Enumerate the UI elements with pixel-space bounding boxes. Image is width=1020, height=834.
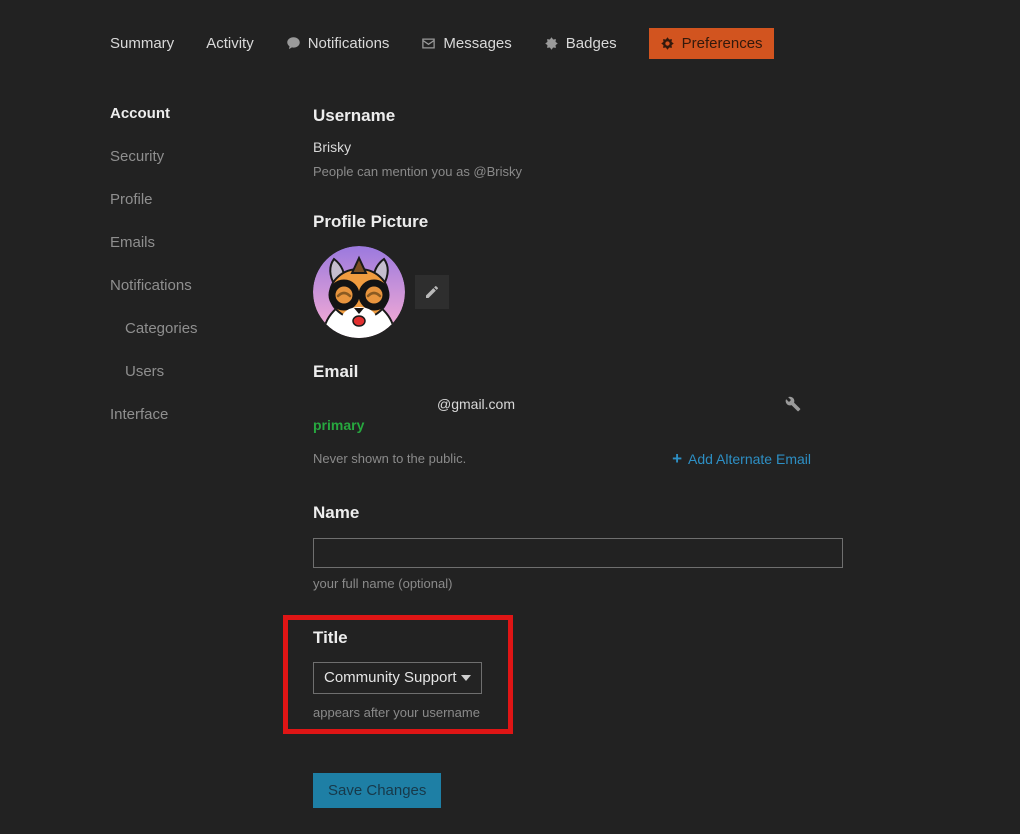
username-value: Brisky bbox=[313, 139, 843, 155]
tab-summary-label: Summary bbox=[110, 36, 174, 51]
profile-picture-heading: Profile Picture bbox=[313, 212, 843, 232]
avatar-row bbox=[313, 246, 843, 338]
tab-notifications-label: Notifications bbox=[308, 36, 390, 51]
title-dropdown-value: Community Support bbox=[324, 669, 457, 686]
add-alternate-email-label: Add Alternate Email bbox=[688, 451, 811, 467]
title-dropdown[interactable]: Community Support bbox=[313, 662, 482, 694]
sidebar-item-profile[interactable]: Profile bbox=[110, 192, 313, 208]
tab-notifications[interactable]: Notifications bbox=[286, 36, 390, 51]
tab-messages[interactable]: Messages bbox=[421, 36, 511, 51]
name-hint: your full name (optional) bbox=[313, 576, 843, 591]
title-heading: Title bbox=[313, 628, 843, 648]
sidebar-item-emails[interactable]: Emails bbox=[110, 235, 313, 251]
account-settings-panel: Username Brisky People can mention you a… bbox=[313, 106, 843, 808]
email-value: @gmail.com bbox=[437, 396, 515, 412]
username-hint: People can mention you as @Brisky bbox=[313, 164, 843, 179]
badge-seal-icon bbox=[544, 36, 559, 51]
username-heading: Username bbox=[313, 106, 843, 126]
add-alternate-email-link[interactable]: + Add Alternate Email bbox=[672, 450, 811, 467]
title-hint: appears after your username bbox=[313, 705, 843, 720]
email-row: @gmail.com bbox=[313, 396, 843, 412]
sidebar-item-account[interactable]: Account bbox=[110, 106, 313, 122]
wrench-icon bbox=[785, 396, 801, 412]
sidebar-item-interface[interactable]: Interface bbox=[110, 407, 313, 423]
avatar bbox=[313, 246, 405, 338]
speech-bubble-icon bbox=[286, 36, 301, 51]
email-heading: Email bbox=[313, 362, 843, 382]
sidebar-item-categories[interactable]: Categories bbox=[110, 321, 313, 337]
email-footer: Never shown to the public. + Add Alterna… bbox=[313, 450, 843, 467]
plus-icon: + bbox=[672, 450, 682, 467]
preferences-layout: Account Security Profile Emails Notifica… bbox=[110, 106, 843, 808]
preferences-sidebar: Account Security Profile Emails Notifica… bbox=[110, 106, 313, 808]
tab-activity-label: Activity bbox=[206, 36, 254, 51]
sidebar-item-notifications[interactable]: Notifications bbox=[110, 278, 313, 294]
email-settings-button[interactable] bbox=[785, 396, 801, 412]
pencil-icon bbox=[424, 284, 440, 300]
user-profile-nav: Summary Activity Notifications Messages … bbox=[110, 28, 774, 59]
chevron-down-icon bbox=[461, 675, 471, 681]
tab-preferences[interactable]: Preferences bbox=[649, 28, 774, 59]
email-primary-badge: primary bbox=[313, 417, 843, 433]
email-hint: Never shown to the public. bbox=[313, 451, 466, 466]
sidebar-item-security[interactable]: Security bbox=[110, 149, 313, 165]
save-changes-button[interactable]: Save Changes bbox=[313, 773, 441, 808]
sidebar-item-users[interactable]: Users bbox=[110, 364, 313, 380]
gear-icon bbox=[660, 36, 675, 51]
edit-avatar-button[interactable] bbox=[415, 275, 449, 309]
tab-activity[interactable]: Activity bbox=[206, 36, 254, 51]
tab-badges[interactable]: Badges bbox=[544, 36, 617, 51]
tab-messages-label: Messages bbox=[443, 36, 511, 51]
envelope-icon bbox=[421, 36, 436, 51]
tab-badges-label: Badges bbox=[566, 36, 617, 51]
name-heading: Name bbox=[313, 503, 843, 523]
tab-summary[interactable]: Summary bbox=[110, 36, 174, 51]
tab-preferences-label: Preferences bbox=[682, 36, 763, 51]
full-name-input[interactable] bbox=[313, 538, 843, 568]
title-section: Title Community Support appears after yo… bbox=[313, 628, 843, 720]
